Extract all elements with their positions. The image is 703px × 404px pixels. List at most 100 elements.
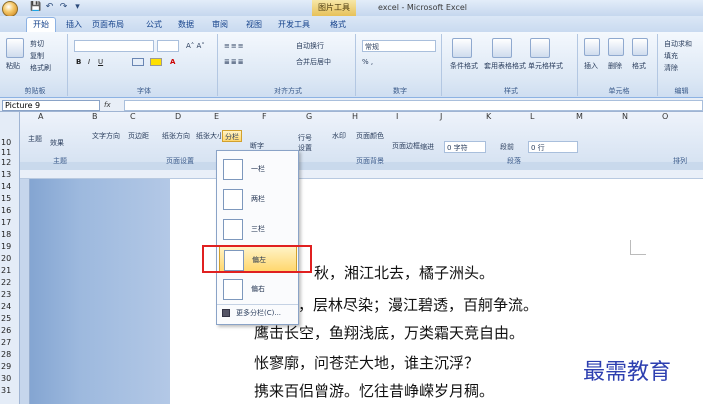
number-format-select[interactable]: 常规 (362, 40, 436, 52)
row-header[interactable]: 15 (0, 194, 20, 204)
word-size-button[interactable]: 纸张大小 (196, 130, 224, 142)
column-header-m[interactable]: M (576, 112, 583, 121)
row-header[interactable]: 16 (0, 206, 20, 216)
delete-cells-button[interactable]: 删除 (608, 60, 622, 72)
tab-review[interactable]: 审阅 (212, 17, 228, 32)
merge-center-button[interactable]: 合并后居中 (296, 56, 331, 68)
column-header-c[interactable]: C (130, 112, 136, 121)
row-header[interactable]: 29 (0, 362, 20, 372)
cell-style-button[interactable]: 单元格样式 (528, 60, 563, 72)
column-header-e[interactable]: E (214, 112, 219, 121)
row-header[interactable]: 28 (0, 350, 20, 360)
poem-line[interactable]: 红遍，层林尽染；漫江碧透，百舸争流。 (268, 294, 538, 315)
table-format-icon[interactable] (492, 38, 512, 58)
tab-insert[interactable]: 插入 (66, 17, 82, 32)
row-header[interactable]: 21 (0, 266, 20, 276)
word-theme-button[interactable]: 主题 (28, 133, 42, 145)
row-header[interactable]: 14 (0, 182, 20, 192)
paste-button[interactable]: 粘贴 (6, 60, 20, 72)
row-header[interactable]: 26 (0, 326, 20, 336)
row-header[interactable]: 25 (0, 314, 20, 324)
copy-button[interactable]: 复制 (30, 50, 44, 62)
word-columns-button[interactable]: 分栏 (222, 130, 242, 142)
customize-qat-icon[interactable]: ▾ (72, 2, 83, 13)
redo-icon[interactable]: ↷ (58, 2, 69, 13)
cut-button[interactable]: 剪切 (30, 38, 44, 50)
poem-line[interactable]: 鹰击长空，鱼翔浅底，万类霜天竞自由。 (254, 322, 524, 343)
formula-input[interactable] (124, 100, 703, 111)
word-orientation-button[interactable]: 纸张方向 (162, 130, 190, 142)
font-name-select[interactable] (74, 40, 154, 52)
fill-button[interactable]: 填充 (664, 50, 678, 62)
column-header-k[interactable]: K (486, 112, 491, 121)
column-header-b[interactable]: B (92, 112, 98, 121)
format-cells-icon[interactable] (632, 38, 648, 56)
more-columns-menu-item[interactable]: 更多分栏(C)... (236, 307, 281, 319)
row-header[interactable]: 23 (0, 290, 20, 300)
menu-item-two-columns[interactable]: 两栏 (219, 186, 297, 212)
number-format-icons[interactable]: % , (362, 56, 373, 68)
conditional-format-icon[interactable] (452, 38, 472, 58)
menu-item-three-columns[interactable]: 三栏 (219, 216, 297, 242)
format-painter-button[interactable]: 格式刷 (30, 62, 51, 74)
word-margins-button[interactable]: 页边距 (128, 130, 149, 142)
insert-cells-button[interactable]: 插入 (584, 60, 598, 72)
insert-cells-icon[interactable] (584, 38, 600, 56)
tab-data[interactable]: 数据 (178, 17, 194, 32)
name-box[interactable]: Picture 9 (2, 100, 100, 111)
word-text-direction-button[interactable]: 文字方向 (92, 130, 120, 142)
row-header[interactable]: 13 (0, 170, 20, 180)
word-indent-input[interactable]: 0 字符 (444, 141, 486, 153)
clear-button[interactable]: 清除 (664, 62, 678, 74)
table-format-button[interactable]: 套用表格格式 (484, 60, 526, 72)
row-header[interactable]: 27 (0, 338, 20, 348)
office-button[interactable] (2, 1, 18, 17)
word-spacing-input[interactable]: 0 行 (528, 141, 578, 153)
row-header[interactable]: 11 (0, 148, 20, 158)
bold-icon[interactable]: B (76, 56, 81, 68)
grow-font-icon[interactable]: A˄ A˅ (186, 40, 205, 52)
menu-item-one-column[interactable]: 一栏 (219, 156, 297, 182)
menu-item-right-column[interactable]: 偏右 (219, 276, 297, 302)
column-header-i[interactable]: I (396, 112, 398, 121)
wrap-text-button[interactable]: 自动换行 (296, 40, 324, 52)
poem-line[interactable]: 携来百侣曾游。忆往昔峥嵘岁月稠。 (254, 380, 494, 401)
horizontal-align-icons[interactable]: ≣≣≣ (224, 56, 245, 68)
delete-cells-icon[interactable] (608, 38, 624, 56)
row-header[interactable]: 31 (0, 386, 20, 396)
underline-icon[interactable]: U (98, 56, 103, 68)
column-header-j[interactable]: J (440, 112, 442, 121)
paste-icon[interactable] (6, 38, 24, 58)
fx-icon[interactable]: fx (104, 99, 111, 111)
conditional-format-button[interactable]: 条件格式 (450, 60, 478, 72)
row-header[interactable]: 19 (0, 242, 20, 252)
font-size-select[interactable] (157, 40, 179, 52)
tab-view[interactable]: 视图 (246, 17, 262, 32)
column-header-l[interactable]: L (530, 112, 534, 121)
tab-developer[interactable]: 开发工具 (278, 17, 310, 32)
row-header[interactable]: 20 (0, 254, 20, 264)
italic-icon[interactable]: I (88, 56, 90, 68)
border-icon[interactable] (132, 58, 144, 66)
undo-icon[interactable]: ↶ (44, 2, 55, 13)
format-cells-button[interactable]: 格式 (632, 60, 646, 72)
row-header[interactable]: 12 (0, 158, 20, 168)
row-header[interactable]: 17 (0, 218, 20, 228)
row-header[interactable]: 22 (0, 278, 20, 288)
row-header[interactable]: 24 (0, 302, 20, 312)
row-header[interactable]: 30 (0, 374, 20, 384)
poem-line[interactable]: 秋，湘江北去，橘子洲头。 (314, 262, 494, 283)
column-header-n[interactable]: N (622, 112, 628, 121)
column-header-d[interactable]: D (175, 112, 181, 121)
row-header[interactable]: 18 (0, 230, 20, 240)
font-color-icon[interactable]: A (170, 56, 175, 68)
tab-formulas[interactable]: 公式 (146, 17, 162, 32)
word-watermark-button[interactable]: 水印 (332, 130, 346, 142)
column-header-f[interactable]: F (262, 112, 267, 121)
fill-color-icon[interactable] (150, 58, 162, 66)
tab-page-layout[interactable]: 页面布局 (92, 17, 124, 32)
word-border-button[interactable]: 页面边框 (392, 140, 420, 152)
autosum-button[interactable]: 自动求和 (664, 38, 692, 50)
column-header-o[interactable]: O (662, 112, 668, 121)
word-page-color-button[interactable]: 页面颜色 (356, 130, 384, 142)
